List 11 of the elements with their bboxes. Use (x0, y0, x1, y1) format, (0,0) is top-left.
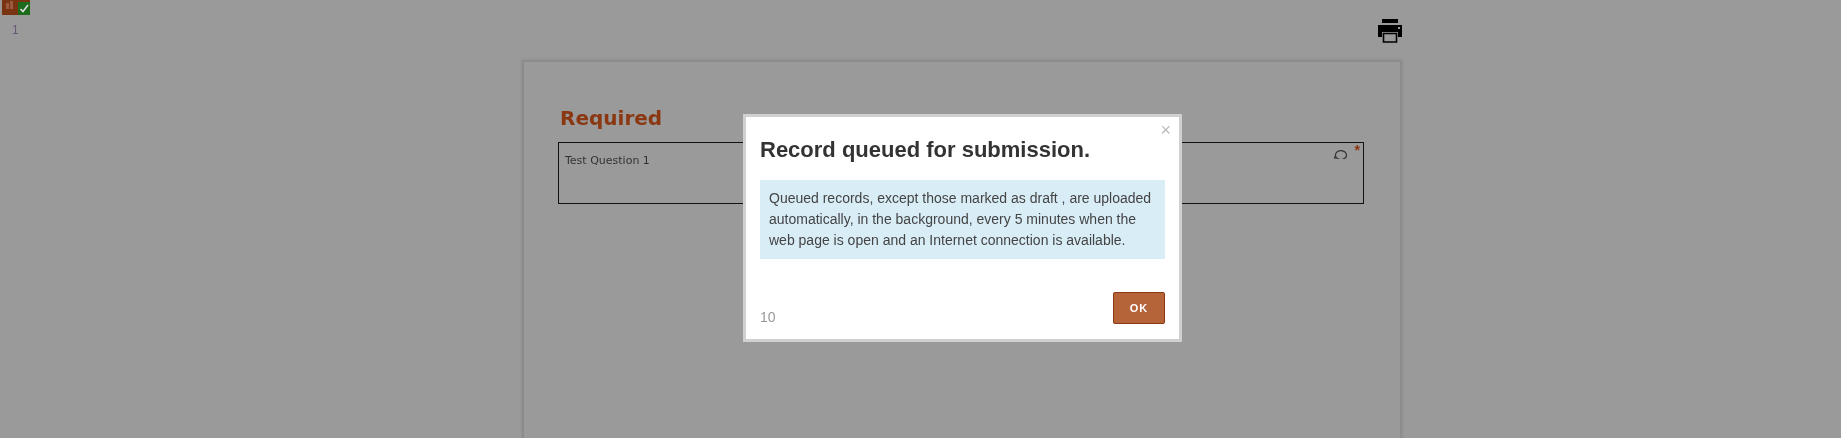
section-title: Required (560, 106, 663, 130)
print-icon[interactable] (1376, 16, 1404, 44)
dialog-title: Record queued for submission. (760, 137, 1092, 163)
app-icon (2, 0, 30, 15)
required-mark: * (1354, 142, 1360, 158)
question-label: Test Question 1 (565, 154, 650, 167)
comment-icon[interactable] (1333, 147, 1347, 159)
ok-button[interactable]: OK (1113, 292, 1165, 324)
countdown: 10 (760, 309, 776, 325)
info-message: Queued records, except those marked as draft , are uploaded automatically, in the background, every 5 minutes when the web page is open and an Internet connection is available. (760, 180, 1165, 259)
page-number: 1 (12, 23, 19, 37)
